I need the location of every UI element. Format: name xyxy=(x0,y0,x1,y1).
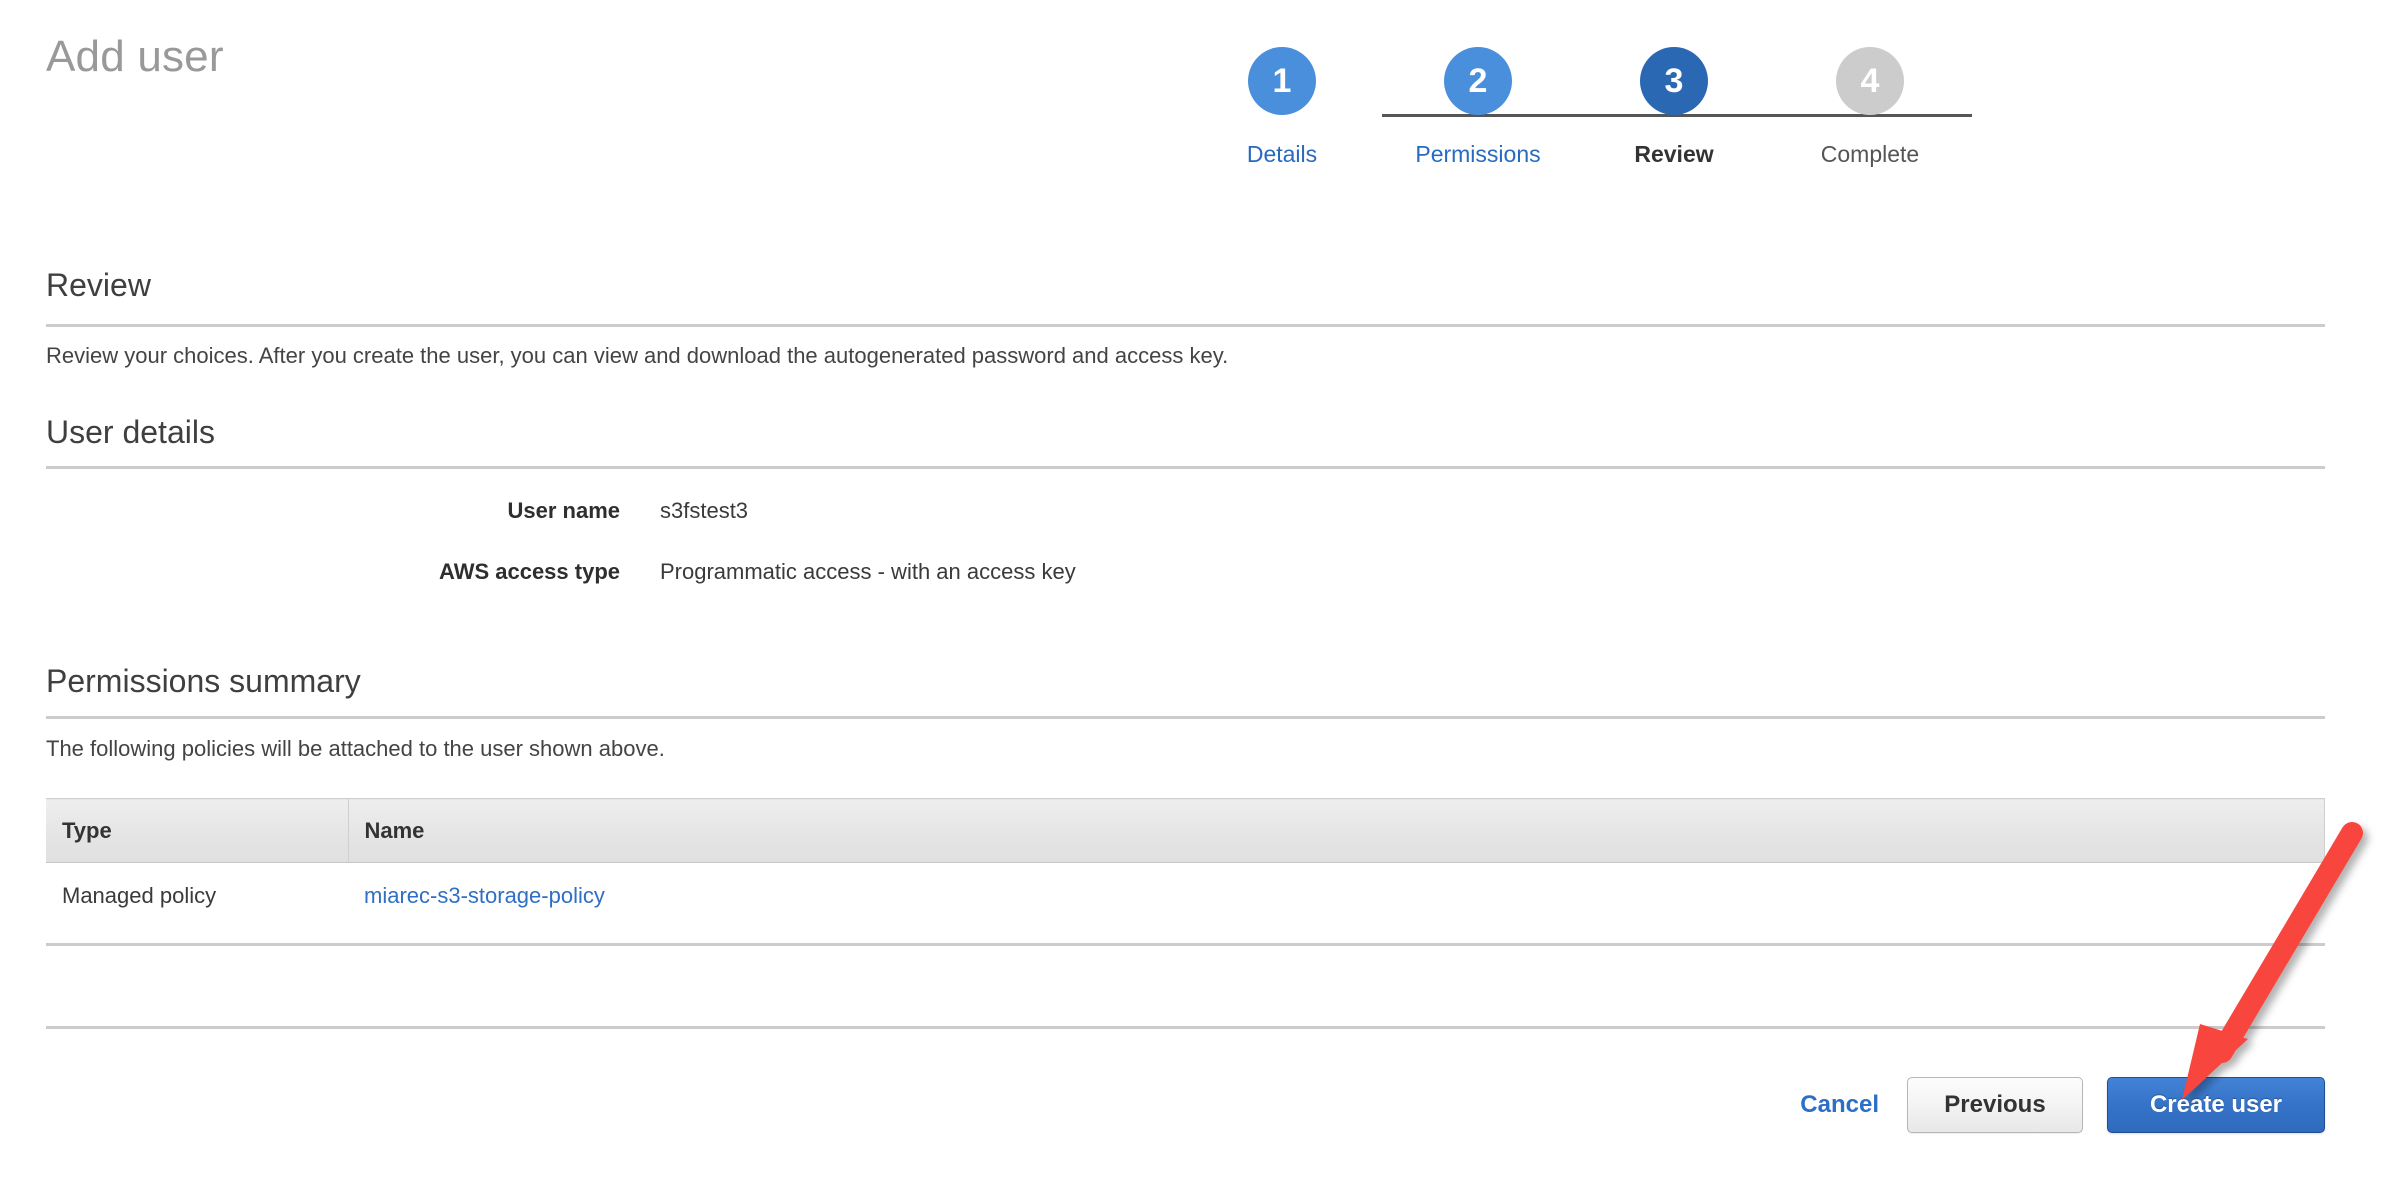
column-header-name[interactable]: Name xyxy=(348,798,2325,863)
page-title: Add user xyxy=(46,32,224,81)
user-details-divider xyxy=(46,466,2325,469)
detail-label-aws-access-type: AWS access type xyxy=(439,559,620,584)
stepper-step-details[interactable]: 1 Details xyxy=(1182,22,1382,167)
wizard-stepper: 1 Details 2 Permissions 3 Review 4 Compl… xyxy=(1247,22,2268,202)
review-divider xyxy=(46,324,2325,327)
step-circle-3[interactable]: 3 xyxy=(1640,47,1708,115)
footer-actions: Cancel Previous Create user xyxy=(1796,1077,2325,1133)
step-circle-4: 4 xyxy=(1836,47,1904,115)
table-row: Managed policy miarec-s3-storage-policy xyxy=(46,862,2325,929)
policy-table-body: Managed policy miarec-s3-storage-policy xyxy=(46,862,2325,929)
footer-divider xyxy=(46,1026,2325,1029)
review-description: Review your choices. After you create th… xyxy=(46,343,1229,368)
permissions-summary-description: The following policies will be attached … xyxy=(46,736,665,761)
user-details-heading: User details xyxy=(46,414,215,450)
cancel-button[interactable]: Cancel xyxy=(1796,1082,1883,1128)
detail-value-aws-access-type: Programmatic access - with an access key xyxy=(660,559,1076,584)
cell-policy-type: Managed policy xyxy=(46,862,348,929)
detail-value-user-name: s3fstest3 xyxy=(660,498,749,523)
step-label-details[interactable]: Details xyxy=(1182,141,1382,167)
table-bottom-divider xyxy=(46,943,2325,946)
step-label-complete: Complete xyxy=(1820,141,1920,167)
column-header-type[interactable]: Type xyxy=(46,798,349,863)
review-heading: Review xyxy=(46,267,151,303)
policy-table-header-row: Type Name xyxy=(46,798,2325,863)
cell-policy-name: miarec-s3-storage-policy xyxy=(348,862,2325,929)
step-circle-1[interactable]: 1 xyxy=(1248,47,1316,115)
add-user-review-page: Add user 1 Details 2 Permissions 3 Revie… xyxy=(0,0,2400,1196)
step-circle-2[interactable]: 2 xyxy=(1444,47,1512,115)
step-number-2: 2 xyxy=(1468,62,1488,100)
stepper-step-permissions[interactable]: 2 Permissions xyxy=(1378,22,1578,167)
step-label-review: Review xyxy=(1634,141,1714,167)
detail-label-user-name: User name xyxy=(507,498,620,523)
create-user-button[interactable]: Create user xyxy=(2107,1077,2325,1133)
policy-name-link[interactable]: miarec-s3-storage-policy xyxy=(364,883,605,908)
detail-row-aws-access-type: AWS access type Programmatic access - wi… xyxy=(46,556,1446,596)
policy-table-head: Type Name xyxy=(46,798,2325,863)
previous-button[interactable]: Previous xyxy=(1907,1077,2083,1133)
step-number-3: 3 xyxy=(1664,62,1684,100)
permissions-summary-heading: Permissions summary xyxy=(46,663,361,699)
stepper-step-complete: 4 Complete xyxy=(1770,22,1970,167)
policy-table: Type Name Managed policy miarec-s3-stora… xyxy=(46,798,2325,929)
step-number-4: 4 xyxy=(1860,62,1880,100)
step-number-1: 1 xyxy=(1272,62,1292,100)
stepper-step-review[interactable]: 3 Review xyxy=(1574,22,1774,167)
detail-row-user-name: User name s3fstest3 xyxy=(46,495,1446,535)
step-label-permissions[interactable]: Permissions xyxy=(1378,141,1578,167)
permissions-summary-divider xyxy=(46,716,2325,719)
